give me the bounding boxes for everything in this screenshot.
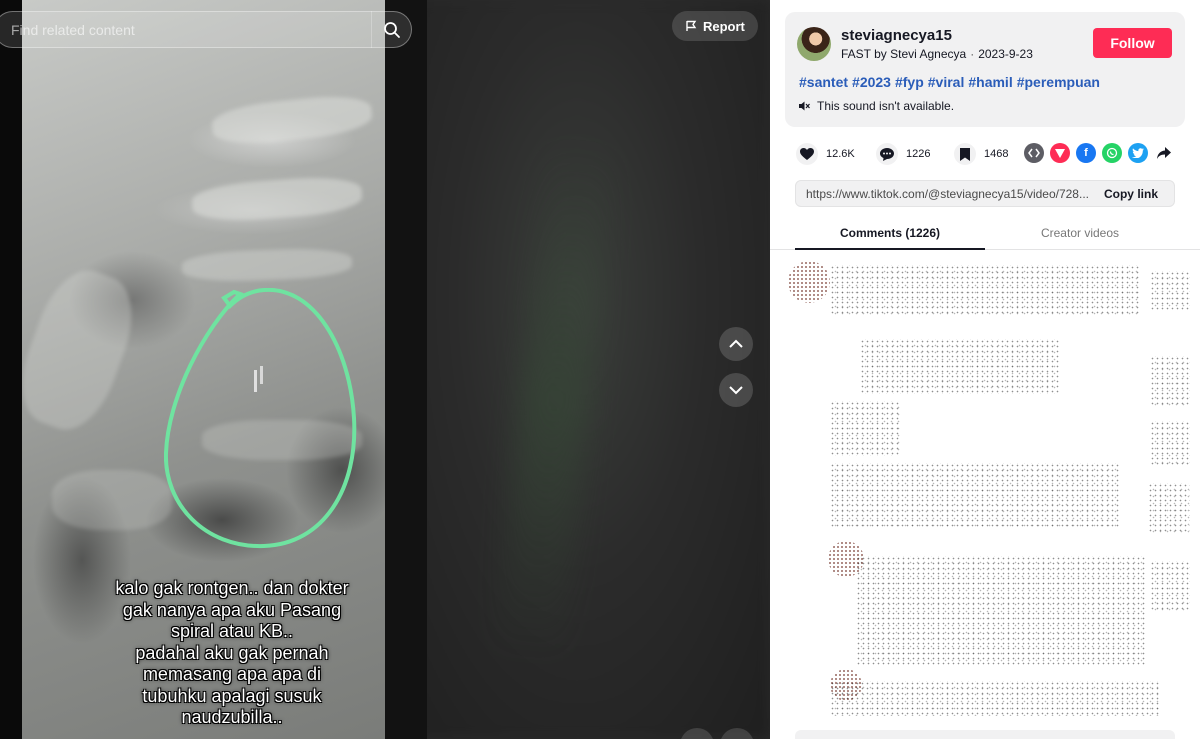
caption-line: tubuhku apalagi susuk xyxy=(142,685,322,706)
caption-line: naudzubilla.. xyxy=(181,707,283,727)
comment-block xyxy=(1150,421,1190,466)
hashtag-link[interactable]: #perempuan xyxy=(1017,74,1100,90)
save-action[interactable]: 1468 xyxy=(954,143,1008,165)
video-details-panel: steviagnecya15 FAST by Stevi Agnecya · 202… xyxy=(770,0,1200,739)
caption-line: spiral atau KB.. xyxy=(170,621,294,641)
save-count: 1468 xyxy=(984,148,1009,160)
comment-icon xyxy=(876,143,898,165)
annotation-circle xyxy=(164,288,357,549)
hashtag-list: #santet #2023 #fyp #viral #hamil #perempuan xyxy=(799,74,1104,90)
comment-block xyxy=(1150,561,1190,611)
comment-block xyxy=(830,401,900,456)
video-player[interactable]: kalo gak rontgen.. dan dokter gak nanya … xyxy=(0,0,770,739)
caption-line: kalo gak rontgen.. dan dokter xyxy=(115,578,349,598)
comment-count: 1226 xyxy=(906,148,931,160)
video-left-border xyxy=(0,0,22,739)
whatsapp-icon[interactable] xyxy=(1102,143,1122,163)
previous-video-button[interactable] xyxy=(719,327,753,361)
comment-block xyxy=(860,339,1060,394)
search-button[interactable] xyxy=(371,11,411,48)
hashtag-link[interactable]: #santet xyxy=(799,74,848,90)
author-username[interactable]: steviagnecya15 xyxy=(841,27,952,44)
xray-bone-shape xyxy=(181,247,353,283)
hashtag-link[interactable]: #2023 xyxy=(852,74,891,90)
sound-status-text: This sound isn't available. xyxy=(817,99,955,113)
xray-bone-shape xyxy=(210,91,374,149)
caption-line: memasang apa apa di xyxy=(142,664,322,684)
flag-icon xyxy=(686,20,697,31)
chevron-down-icon xyxy=(729,386,743,395)
panel-tabs: Comments (1226) Creator videos xyxy=(770,219,1200,250)
twitter-icon[interactable] xyxy=(1128,143,1148,163)
send-icon[interactable] xyxy=(1050,143,1070,163)
video-link-url[interactable]: https://www.tiktok.com/@steviagnecya15/v… xyxy=(796,187,1092,201)
comment-avatar xyxy=(788,261,830,303)
muted-speaker-icon xyxy=(799,101,810,111)
comment-block xyxy=(830,681,1160,716)
hashtag-link[interactable]: #viral xyxy=(928,74,965,90)
embed-icon[interactable] xyxy=(1024,143,1044,163)
comment-block xyxy=(1150,356,1190,406)
hashtag-link[interactable]: #hamil xyxy=(968,74,1012,90)
tiktok-video-page: kalo gak rontgen.. dan dokter gak nanya … xyxy=(0,0,1200,739)
comment-action[interactable]: 1226 xyxy=(876,143,930,165)
xray-bone-shape xyxy=(190,174,364,224)
caption-line: padahal aku gak pernah xyxy=(135,642,329,663)
hashtag-link[interactable]: #fyp xyxy=(895,74,924,90)
copy-link-button[interactable]: Copy link xyxy=(1092,187,1174,201)
xray-bone-shape xyxy=(22,259,147,441)
author-info-card: steviagnecya15 FAST by Stevi Agnecya · 202… xyxy=(785,12,1185,127)
xray-bone-shape xyxy=(52,470,172,530)
heart-icon xyxy=(796,143,818,165)
share-arrow-icon[interactable] xyxy=(1154,143,1174,163)
comment-block xyxy=(1148,483,1190,533)
facebook-icon[interactable]: f xyxy=(1076,143,1096,163)
tab-creator-videos[interactable]: Creator videos xyxy=(985,226,1175,240)
comment-input[interactable] xyxy=(795,730,1175,739)
author-subline: FAST by Stevi Agnecya · 2023-9-23 xyxy=(841,47,1033,61)
author-sound-name: FAST by Stevi Agnecya xyxy=(841,47,967,61)
like-count: 12.6K xyxy=(826,148,855,160)
comment-block xyxy=(830,463,1120,528)
caption-line: gak nanya apa aku Pasang xyxy=(122,599,342,620)
video-link-box: https://www.tiktok.com/@steviagnecya15/v… xyxy=(795,180,1175,207)
tab-comments[interactable]: Comments (1226) xyxy=(795,226,985,240)
active-tab-indicator xyxy=(795,248,985,250)
report-label: Report xyxy=(703,18,745,34)
sound-status: This sound isn't available. xyxy=(799,99,954,113)
report-button[interactable]: Report xyxy=(672,11,758,41)
chevron-up-icon xyxy=(729,339,743,348)
bookmark-icon xyxy=(954,143,976,165)
comment-block xyxy=(856,556,1146,666)
search-icon xyxy=(383,21,400,38)
action-bar: 12.6K 1226 1468 f xyxy=(796,143,1186,165)
search-bar xyxy=(0,11,412,48)
video-caption: kalo gak rontgen.. dan dokter gak nanya … xyxy=(22,578,442,729)
post-date: 2023-9-23 xyxy=(978,47,1033,61)
comment-list[interactable] xyxy=(770,251,1200,729)
avatar[interactable] xyxy=(797,27,831,61)
search-input[interactable] xyxy=(11,21,371,38)
follow-button[interactable]: Follow xyxy=(1093,28,1172,58)
separator-dot: · xyxy=(970,47,975,61)
next-video-button[interactable] xyxy=(719,373,753,407)
comment-block xyxy=(1150,271,1190,311)
comment-block xyxy=(830,265,1140,315)
like-action[interactable]: 12.6K xyxy=(796,143,855,165)
